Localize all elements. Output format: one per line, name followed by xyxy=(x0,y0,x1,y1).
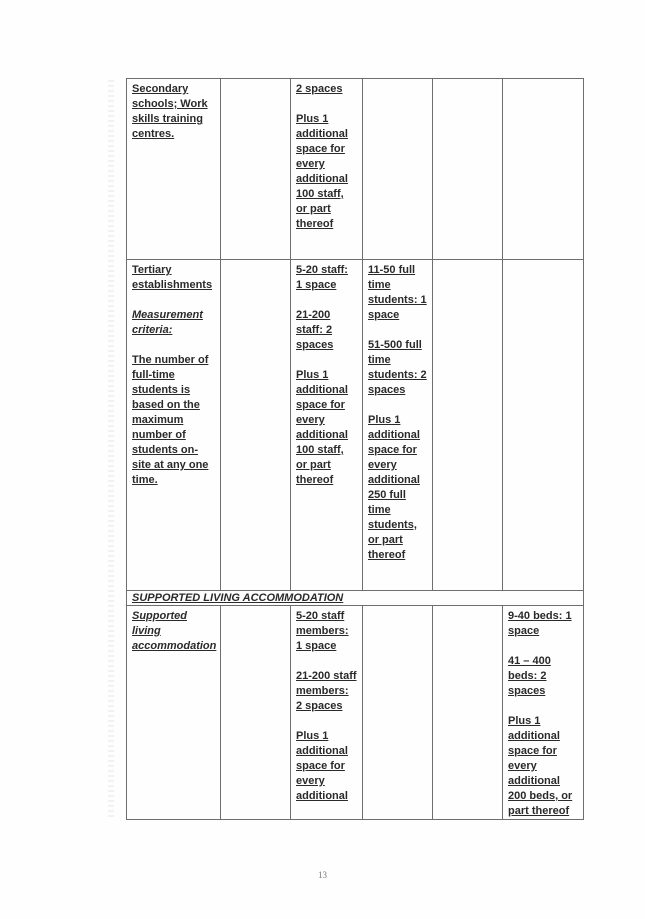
requirement-text: 9-40 beds: 1 space xyxy=(508,610,572,637)
requirement-text: Plus 1 additional space for every additi… xyxy=(508,715,573,817)
criteria-text: The number of full-time students is base… xyxy=(132,354,209,486)
cell-use-class: Tertiary establishments Measurement crit… xyxy=(126,259,221,591)
cell-staff-requirement: 2 spaces Plus 1 additional space for eve… xyxy=(290,78,363,260)
cell-empty xyxy=(362,605,433,820)
parking-standards-table: Secondary schools; Work skills training … xyxy=(126,78,584,820)
requirement-text: 51-500 full time students: 2 spaces xyxy=(368,339,427,396)
requirement-text: 5-20 staff: 1 space xyxy=(296,264,348,291)
requirement-text: Plus 1 additional space for every additi… xyxy=(296,730,348,802)
row-label: Supported living accommodation xyxy=(132,610,217,652)
requirement-text: 21-200 staff: 2 spaces xyxy=(296,309,334,351)
cell-empty xyxy=(502,78,584,260)
cell-student-requirement: 11-50 full time students: 1 space 51-500… xyxy=(362,259,433,591)
cell-empty xyxy=(432,259,503,591)
criteria-title: Measurement criteria: xyxy=(132,309,203,336)
cell-empty xyxy=(362,78,433,260)
section-header-row: SUPPORTED LIVING ACCOMMODATION xyxy=(126,590,584,606)
section-header: SUPPORTED LIVING ACCOMMODATION xyxy=(126,590,584,606)
cell-empty xyxy=(220,259,291,591)
cell-empty xyxy=(220,605,291,820)
cell-staff-requirement: 5-20 staff: 1 space 21-200 staff: 2 spac… xyxy=(290,259,363,591)
cell-empty xyxy=(220,78,291,260)
table-row-supported-living: Supported living accommodation 5-20 staf… xyxy=(126,605,584,820)
table-row-tertiary: Tertiary establishments Measurement crit… xyxy=(126,259,584,591)
scan-artifact xyxy=(108,80,114,820)
requirement-text: 2 spaces xyxy=(296,83,343,95)
requirement-text: 41 – 400 beds: 2 spaces xyxy=(508,655,551,697)
cell-use-class: Supported living accommodation xyxy=(126,605,221,820)
requirement-text: 5-20 staff members: 1 space xyxy=(296,610,349,652)
row-label: Secondary schools; Work skills training … xyxy=(132,83,208,140)
cell-empty xyxy=(432,78,503,260)
cell-staff-requirement: 5-20 staff members: 1 space 21-200 staff… xyxy=(290,605,363,820)
document-page: Secondary schools; Work skills training … xyxy=(0,0,645,919)
cell-beds-requirement: 9-40 beds: 1 space 41 – 400 beds: 2 spac… xyxy=(502,605,584,820)
table-row-secondary-schools: Secondary schools; Work skills training … xyxy=(126,78,584,260)
cell-use-class: Secondary schools; Work skills training … xyxy=(126,78,221,260)
row-label: Tertiary establishments xyxy=(132,264,213,291)
cell-empty xyxy=(432,605,503,820)
requirement-text: 21-200 staff members: 2 spaces xyxy=(296,670,357,712)
requirement-text: Plus 1 additional space for every additi… xyxy=(368,414,420,561)
requirement-text: Plus 1 additional space for every additi… xyxy=(296,369,348,486)
cell-empty xyxy=(502,259,584,591)
page-number: 13 xyxy=(318,870,327,880)
requirement-text: 11-50 full time students: 1 space xyxy=(368,264,427,321)
requirement-text: Plus 1 additional space for every additi… xyxy=(296,113,348,230)
